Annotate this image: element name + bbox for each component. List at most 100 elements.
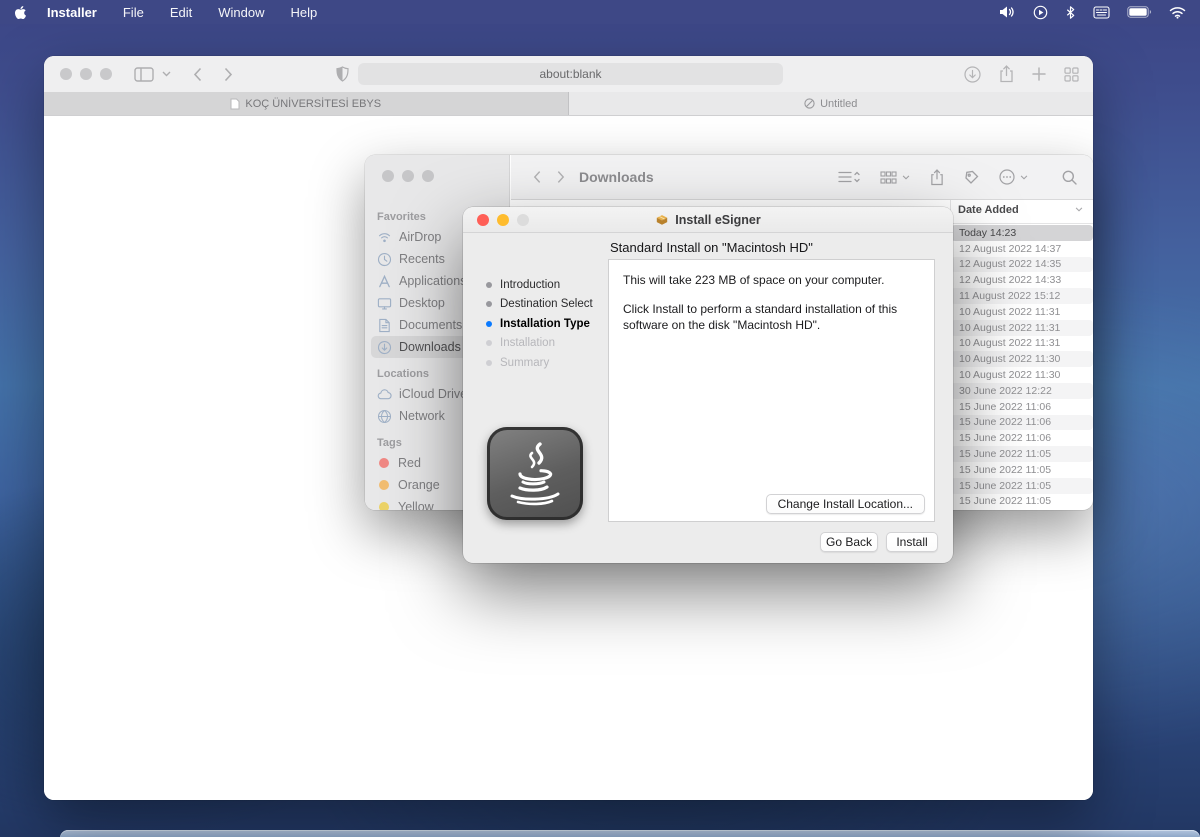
installer-steps: Introduction Destination Select Installati… [486,275,593,373]
finder-share-icon[interactable] [930,169,944,186]
sort-direction-chevron-icon[interactable] [1075,207,1083,212]
column-header-date-added[interactable]: Date Added [958,204,1019,216]
sidebar-item-label: Orange [398,478,440,492]
finder-row[interactable]: 15 June 2022 11:05 [951,446,1093,462]
finder-row[interactable]: 15 June 2022 11:06 [951,430,1093,446]
group-by-icon[interactable] [880,171,910,184]
list-view-sort-icon[interactable] [838,170,860,184]
date-added-rows: Today 14:2312 August 2022 14:3712 August… [951,225,1093,509]
finder-close-button[interactable] [382,170,394,182]
sidebar-item-label: Network [399,409,445,423]
tab-untitled[interactable]: Untitled [569,92,1094,115]
finder-row[interactable]: 10 August 2022 11:30 [951,351,1093,367]
sidebar-item-label: iCloud Drive [399,387,467,401]
tab-koc-universitesi-ebys[interactable]: KOÇ ÜNİVERSİTESİ EBYS [44,92,569,115]
downloads-icon [377,340,392,355]
address-bar[interactable]: about:blank [358,63,783,85]
finder-back-icon[interactable] [533,170,541,184]
finder-row[interactable]: 15 June 2022 11:05 [951,478,1093,494]
downloads-icon[interactable] [964,66,981,83]
background-window-edge[interactable] [60,830,1200,837]
install-space-text: This will take 223 MB of space on your c… [623,272,920,288]
finder-window-title: Downloads [579,169,654,185]
install-instruction-text: Click Install to perform a standard inst… [623,301,920,333]
finder-row[interactable]: 15 June 2022 11:05 [951,494,1093,510]
installer-step-introduction: Introduction [486,275,593,295]
finder-row[interactable]: 10 August 2022 11:31 [951,336,1093,352]
finder-row[interactable]: 12 August 2022 14:35 [951,257,1093,273]
menu-window[interactable]: Window [218,5,264,20]
step-bullet-icon [486,301,492,307]
menu-edit[interactable]: Edit [170,5,192,20]
finder-minimize-button[interactable] [402,170,414,182]
tab-untitled-icon [804,98,815,109]
finder-row[interactable]: 10 August 2022 11:31 [951,304,1093,320]
go-back-button[interactable]: Go Back [820,532,878,552]
airdrop-icon [377,230,392,245]
sidebar-item-label: Applications [399,274,466,288]
sidebar-item-label: Recents [399,252,445,266]
now-playing-icon[interactable] [1033,5,1048,20]
finder-row[interactable]: Today 14:23 [951,225,1093,241]
share-icon[interactable] [999,65,1014,83]
finder-row[interactable]: 15 June 2022 11:05 [951,462,1093,478]
install-button[interactable]: Install [886,532,938,552]
step-label: Destination Select [500,298,593,310]
install-heading: Standard Install on "Macintosh HD" [610,240,813,255]
finder-row[interactable]: 11 August 2022 15:12 [951,288,1093,304]
battery-icon[interactable] [1127,6,1152,18]
safari-zoom-button[interactable] [100,68,112,80]
privacy-shield-icon[interactable] [336,66,349,82]
finder-zoom-button[interactable] [422,170,434,182]
menu-help[interactable]: Help [290,5,317,20]
wifi-icon[interactable] [1169,6,1186,19]
input-source-icon[interactable] [1093,6,1110,19]
bluetooth-icon[interactable] [1065,5,1076,20]
tag-color-dot [379,502,389,510]
finder-search-icon[interactable] [1062,170,1077,185]
finder-row[interactable]: 10 August 2022 11:30 [951,367,1093,383]
volume-icon[interactable] [999,5,1016,19]
sidebar-chevron-icon[interactable] [162,71,171,77]
apple-menu-icon[interactable] [14,5,27,20]
safari-tab-bar: KOÇ ÜNİVERSİTESİ EBYS Untitled [44,92,1093,116]
back-button-icon[interactable] [193,67,202,82]
forward-button-icon[interactable] [224,67,233,82]
java-app-icon [487,427,583,520]
tag-icon[interactable] [964,170,979,185]
address-url: about:blank [539,67,601,81]
finder-row[interactable]: 12 August 2022 14:37 [951,241,1093,257]
finder-row[interactable]: 30 June 2022 12:22 [951,383,1093,399]
sidebar-item-label: Red [398,456,421,470]
app-menu-installer[interactable]: Installer [47,5,97,20]
network-icon [377,409,392,424]
change-install-location-button[interactable]: Change Install Location... [766,494,925,514]
documents-icon [377,318,392,333]
applications-icon [377,274,392,289]
tab-overview-icon[interactable] [1064,67,1079,82]
tag-color-dot [379,458,389,468]
install-content-box: This will take 223 MB of space on your c… [608,259,935,522]
finder-row[interactable]: 15 June 2022 11:06 [951,415,1093,431]
safari-close-button[interactable] [60,68,72,80]
step-label: Installation Type [500,318,590,330]
installer-step-summary: Summary [486,353,593,373]
finder-row[interactable]: 15 June 2022 11:06 [951,399,1093,415]
sidebar-item-label: AirDrop [399,230,441,244]
installer-window-title: Install eSigner [675,213,760,227]
finder-forward-icon[interactable] [557,170,565,184]
sidebar-toggle-icon[interactable] [134,67,154,82]
recents-icon [377,252,392,267]
sidebar-item-label: Desktop [399,296,445,310]
finder-row[interactable]: 10 August 2022 11:31 [951,320,1093,336]
finder-row[interactable]: 12 August 2022 14:33 [951,272,1093,288]
step-bullet-icon [486,360,492,366]
safari-minimize-button[interactable] [80,68,92,80]
installer-package-icon [655,213,669,226]
installer-window: Install eSigner Standard Install on "Mac… [463,207,953,563]
new-tab-icon[interactable] [1032,67,1046,81]
menu-file[interactable]: File [123,5,144,20]
more-actions-icon[interactable] [999,169,1028,185]
step-bullet-icon [486,340,492,346]
sidebar-item-label: Yellow [398,500,434,510]
